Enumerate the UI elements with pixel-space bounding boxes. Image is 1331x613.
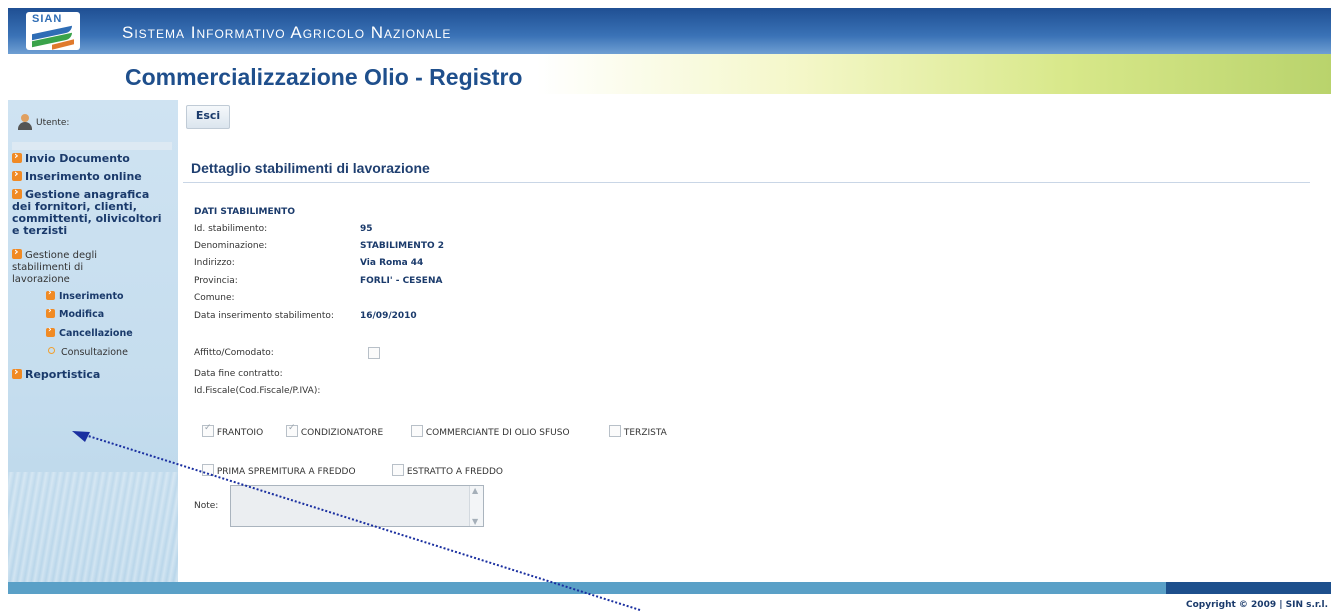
frantoio-checkbox[interactable] xyxy=(202,423,214,437)
detail-title: Dettaglio stabilimenti di lavorazione xyxy=(191,160,430,176)
field-data-inserimento: Data inserimento stabilimento: 16/09/2010 xyxy=(194,311,417,321)
field-data-fine-contratto: Data fine contratto: xyxy=(194,369,283,379)
sidebar-item-inserimento-online[interactable]: Inserimento online xyxy=(12,168,142,183)
footer-bar xyxy=(8,582,1166,594)
affitto-checkbox[interactable] xyxy=(368,347,380,359)
sidebar-subitem-consultazione[interactable]: Consultazione xyxy=(46,347,128,358)
sidebar-item-gestione-stabilimenti[interactable]: Gestione degli stabilimenti di lavorazio… xyxy=(12,246,132,286)
notes-textarea[interactable]: ▲ ▼ xyxy=(230,485,484,527)
page-title: Commercializzazione Olio - Registro xyxy=(125,64,523,90)
arrow-icon xyxy=(12,246,22,259)
field-id-value: 95 xyxy=(360,224,373,234)
sidebar: Utente: Invio Documento Inserimento onli… xyxy=(8,100,178,582)
section-heading: DATI STABILIMENTO xyxy=(194,207,295,217)
sidebar-item-reportistica[interactable]: Reportistica xyxy=(12,366,100,381)
condizionatore-checkbox[interactable] xyxy=(286,423,298,437)
option-terzista[interactable]: TERZISTA xyxy=(609,425,667,438)
bullet-icon xyxy=(48,347,55,354)
prima-spremitura-checkbox[interactable] xyxy=(202,464,214,476)
arrow-icon xyxy=(12,150,22,163)
arrow-icon xyxy=(12,168,22,181)
arrow-icon xyxy=(46,306,55,318)
option-commerciante[interactable]: COMMERCIANTE DI OLIO SFUSO xyxy=(411,425,570,438)
option-frantoio[interactable]: FRANTOIO xyxy=(202,423,263,438)
scroll-up-icon[interactable]: ▲ xyxy=(472,486,478,495)
field-denominazione: Denominazione: STABILIMENTO 2 xyxy=(194,241,445,251)
field-indirizzo: Indirizzo: Via Roma 44 xyxy=(194,258,424,268)
option-condizionatore[interactable]: CONDIZIONATORE xyxy=(286,423,383,438)
commerciante-checkbox[interactable] xyxy=(411,425,423,437)
arrow-icon xyxy=(12,186,22,199)
user-label: Utente: xyxy=(36,118,70,128)
field-provincia: Provincia: FORLI' - CESENA xyxy=(194,276,443,286)
field-denominazione-value: STABILIMENTO 2 xyxy=(360,241,445,251)
user-info: Utente: xyxy=(8,114,178,150)
arrow-icon xyxy=(12,366,22,379)
app-name: Sistema Informativo Agricolo Nazionale xyxy=(122,23,452,42)
arrow-icon xyxy=(46,288,55,300)
field-indirizzo-value: Via Roma 44 xyxy=(360,258,424,268)
user-icon xyxy=(18,114,32,130)
notes-scrollbar[interactable]: ▲ ▼ xyxy=(469,486,483,526)
sidebar-decoration xyxy=(8,472,178,582)
field-data-inserimento-value: 16/09/2010 xyxy=(360,311,417,321)
logo-text: SIAN xyxy=(32,13,63,25)
notes-label: Note: xyxy=(194,501,219,511)
sidebar-subitem-cancellazione[interactable]: Cancellazione xyxy=(46,325,133,339)
option-prima-spremitura[interactable]: PRIMA SPREMITURA A FREDDO xyxy=(202,464,356,477)
terzista-checkbox[interactable] xyxy=(609,425,621,437)
field-id-fiscale: Id.Fiscale(Cod.Fiscale/P.IVA): xyxy=(194,386,321,396)
estratto-freddo-checkbox[interactable] xyxy=(392,464,404,476)
sidebar-subitem-inserimento[interactable]: Inserimento xyxy=(46,288,124,302)
sidebar-item-gestione-anagrafica[interactable]: Gestione anagrafica dei fornitori, clien… xyxy=(12,186,172,237)
arrow-icon xyxy=(46,325,55,337)
sidebar-item-invio-documento[interactable]: Invio Documento xyxy=(12,150,130,165)
field-id: Id. stabilimento: 95 xyxy=(194,224,373,234)
field-comune: Comune: xyxy=(194,293,235,303)
field-affitto: Affitto/Comodato: xyxy=(194,348,274,358)
field-provincia-value: FORLI' - CESENA xyxy=(360,276,443,286)
scroll-down-icon[interactable]: ▼ xyxy=(472,517,478,526)
exit-button[interactable]: Esci xyxy=(186,105,230,129)
footer-bar-dark xyxy=(1166,582,1331,594)
option-estratto-freddo[interactable]: ESTRATTO A FREDDO xyxy=(392,464,503,477)
sian-logo: SIAN xyxy=(26,12,80,50)
copyright: Copyright © 2009 | SIN s.r.l. xyxy=(1186,600,1328,610)
sidebar-subitem-modifica[interactable]: Modifica xyxy=(46,306,104,320)
title-divider xyxy=(183,182,1310,183)
header-banner: SIAN Sistema Informativo Agricolo Nazion… xyxy=(8,8,1331,94)
